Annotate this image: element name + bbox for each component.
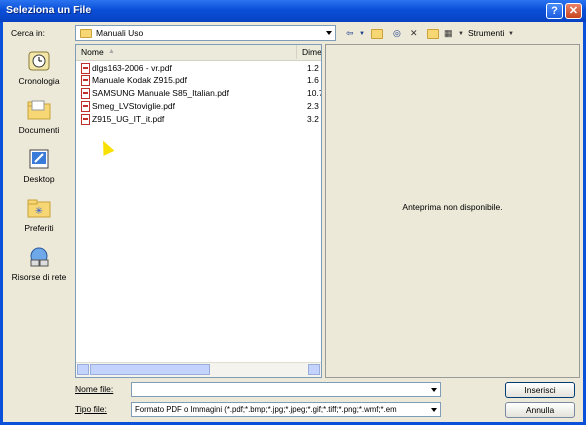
place-label: Preferiti (24, 223, 54, 233)
file-size: 2.3 (307, 101, 319, 111)
pdf-file-icon (81, 63, 90, 74)
scroll-left-icon[interactable] (77, 364, 89, 375)
look-in-value: Manuali Uso (96, 28, 144, 38)
file-name: Z915_UG_IT_it.pdf (92, 114, 165, 124)
open-button[interactable]: Inserisci (505, 382, 575, 398)
column-header-name[interactable]: Nome ▲ (76, 45, 297, 59)
list-item[interactable]: Smeg_LVStoviglie.pdf 2.3 (81, 101, 321, 113)
title-bar: Seleziona un File ? ✕ (0, 0, 586, 22)
file-size: 10.7 (307, 88, 322, 98)
horizontal-scrollbar[interactable] (76, 362, 321, 377)
scroll-thumb[interactable] (90, 364, 210, 375)
file-name: SAMSUNG Manuale S85_Italian.pdf (92, 88, 230, 98)
tools-menu[interactable]: Strumenti (468, 28, 504, 38)
chevron-down-icon[interactable] (429, 404, 439, 415)
place-desktop[interactable]: Desktop (8, 148, 70, 188)
svg-text:✳: ✳ (35, 206, 43, 217)
delete-icon[interactable]: ✕ (410, 28, 418, 40)
place-label: Risorse di rete (11, 272, 67, 282)
place-label: Cronologia (18, 76, 60, 86)
list-item[interactable]: Z915_UG_IT_it.pdf 3.2 (81, 114, 321, 126)
place-label: Desktop (23, 174, 55, 184)
file-list[interactable]: Nome ▲ Dimer dlgs163-2006 - vr.pdf 1.2 M… (75, 44, 322, 378)
chevron-down-icon[interactable]: ▼ (458, 31, 464, 43)
views-icon[interactable]: ▦ (444, 28, 453, 40)
pdf-file-icon (81, 88, 90, 99)
chevron-down-icon[interactable] (429, 384, 439, 395)
file-name: Manuale Kodak Z915.pdf (92, 75, 187, 85)
file-size: 1.2 (307, 63, 319, 73)
close-button[interactable]: ✕ (565, 3, 582, 19)
column-header-size[interactable]: Dimer (302, 47, 321, 57)
place-documents[interactable]: Documenti (8, 99, 70, 139)
filetype-value: Formato PDF o Immagini (*.pdf;*.bmp;*.jp… (135, 405, 397, 414)
desktop-icon (29, 149, 49, 169)
chevron-down-icon[interactable] (324, 27, 334, 39)
list-item[interactable]: dlgs163-2006 - vr.pdf 1.2 (81, 63, 321, 75)
cancel-button[interactable]: Annulla (505, 402, 575, 418)
filetype-label: Tipo file: (75, 404, 107, 414)
file-dialog-window: Seleziona un File ? ✕ Cerca in: Manuali … (0, 0, 586, 425)
place-favorites[interactable]: ✳ Preferiti (8, 197, 70, 237)
filename-label: Nome file: (75, 384, 114, 394)
places-bar: Cronologia Documenti Desktop ✳ Preferiti… (8, 44, 70, 374)
look-in-select[interactable]: Manuali Uso (75, 25, 336, 41)
place-label: Documenti (18, 125, 60, 135)
sort-up-icon: ▲ (108, 48, 115, 55)
file-name: Smeg_LVStoviglie.pdf (92, 101, 176, 111)
scroll-right-icon[interactable] (308, 364, 320, 375)
preview-text: Anteprima non disponibile. (402, 202, 503, 212)
pdf-file-icon (81, 114, 90, 125)
place-history[interactable]: Cronologia (8, 50, 70, 90)
filename-input[interactable] (131, 382, 441, 397)
history-icon (28, 51, 50, 71)
back-icon[interactable]: ⇦ (346, 28, 354, 40)
documents-folder-icon (27, 100, 51, 120)
pdf-file-icon (81, 75, 90, 86)
chevron-down-icon[interactable]: ▼ (508, 31, 514, 43)
pdf-file-icon (81, 101, 90, 112)
list-item[interactable]: SAMSUNG Manuale S85_Italian.pdf 10.7 (81, 88, 321, 100)
search-web-icon[interactable]: ◎ (393, 28, 401, 40)
list-item[interactable]: Manuale Kodak Z915.pdf 1.6 (81, 75, 321, 87)
network-icon (30, 247, 49, 267)
favorites-folder-icon: ✳ (27, 199, 51, 218)
folder-icon (80, 29, 92, 38)
place-network[interactable]: Risorse di rete (8, 246, 70, 286)
file-name: dlgs163-2006 - vr.pdf (92, 63, 172, 73)
filetype-select[interactable]: Formato PDF o Immagini (*.pdf;*.bmp;*.jp… (131, 402, 441, 417)
look-in-label: Cerca in: (11, 28, 46, 38)
dialog-body: Cerca in: Manuali Uso ⇦ ▼ ◎ ✕ ▦ ▼ Strume… (3, 22, 583, 422)
list-header: Nome ▲ Dimer (76, 45, 321, 61)
window-title: Seleziona un File (6, 4, 92, 16)
preview-pane: Anteprima non disponibile. (325, 44, 580, 378)
help-button[interactable]: ? (546, 3, 563, 19)
chevron-down-icon[interactable]: ▼ (359, 31, 365, 43)
file-size: 1.6 (307, 75, 319, 85)
file-size: 3.2 (307, 114, 319, 124)
column-name-label: Nome (81, 47, 104, 57)
